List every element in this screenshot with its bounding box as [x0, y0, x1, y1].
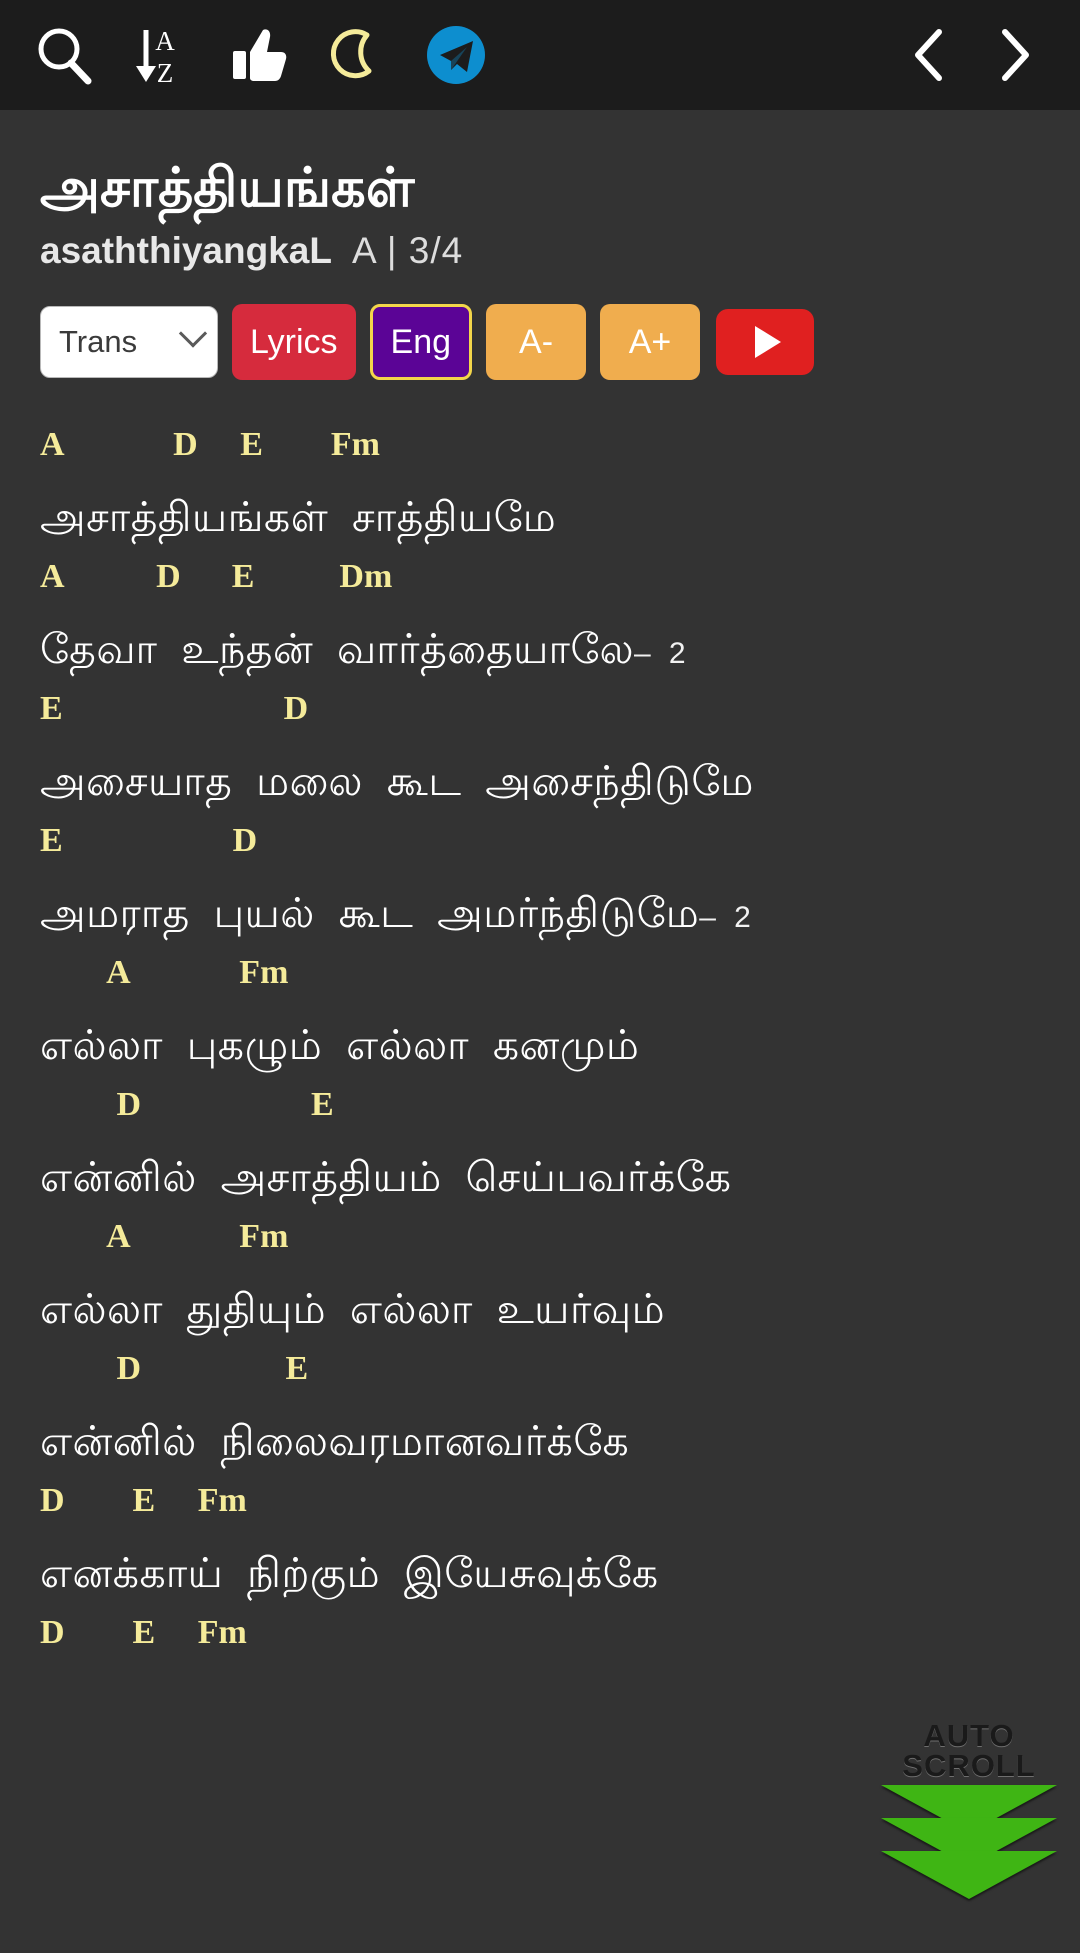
chevron-left-icon[interactable] [898, 9, 960, 101]
lyric-line: அமராத புயல் கூட அமர்ந்திடுமே– 2 [40, 872, 1080, 954]
moon-icon[interactable] [312, 9, 404, 101]
lyrics-button[interactable]: Lyrics [232, 304, 356, 381]
lyric-text: அசாத்தியங்கள் சாத்தியமே [40, 494, 557, 541]
sort-alpha-icon[interactable]: A Z [116, 9, 208, 101]
toolbar-right-group [898, 9, 1080, 101]
down-chevrons-icon [881, 1784, 1057, 1899]
thumbs-up-icon[interactable] [214, 9, 306, 101]
svg-text:A: A [155, 26, 175, 56]
chord-line: A Fm [40, 1218, 289, 1256]
auto-scroll-line2: SCROLL [902, 1748, 1036, 1784]
eng-button[interactable]: Eng [369, 304, 473, 381]
chord-line: A Fm [40, 954, 289, 992]
auto-scroll-button[interactable]: AUTO SCROLL [876, 1720, 1062, 1899]
lyric-text: என்னில் நிலைவரமானவர்க்கே [40, 1418, 630, 1465]
lyric-line: தேவா உந்தன் வார்த்தையாலே– 2 [40, 608, 1080, 690]
lyric-text: என்னில் அசாத்தியம் செய்பவர்க்கே [40, 1154, 732, 1201]
chord-line: A D E Fm [40, 426, 380, 464]
lyric-text: எல்லா புகழும் எல்லா கனமும் [40, 1022, 640, 1069]
chevron-right-icon[interactable] [984, 9, 1046, 101]
font-decrease-button[interactable]: A- [486, 304, 587, 381]
song-subtitle: asaththiyangkaL A | 3/4 [40, 230, 1080, 272]
play-icon [754, 326, 781, 359]
chord-line: A D E Dm [40, 558, 393, 596]
lyric-line: எல்லா புகழும் எல்லா கனமும் [40, 1004, 1080, 1086]
chord-line: D E Fm [40, 1482, 247, 1520]
chord-line: E D [40, 822, 258, 860]
youtube-play-button[interactable] [716, 309, 815, 376]
lyric-line: அசையாத மலை கூட அசைந்திடுமே [40, 740, 1080, 822]
song-key-time: A | 3/4 [351, 230, 464, 272]
chord-line: D E [40, 1086, 334, 1124]
search-icon[interactable] [18, 9, 110, 101]
lyric-text: எனக்காய் நிற்கும் இயேசுவுக்கே [40, 1550, 659, 1597]
transpose-select[interactable]: Trans [40, 306, 218, 379]
lyric-line: அசாத்தியங்கள் சாத்தியமே [40, 476, 1080, 558]
toolbar-left-group: A Z [0, 9, 502, 101]
lyric-line: என்னில் அசாத்தியம் செய்பவர்க்கே [40, 1136, 1080, 1218]
top-toolbar: A Z [0, 0, 1080, 110]
control-bar: Trans Lyrics Eng A- A+ [0, 304, 1080, 381]
lyric-text: அசையாத மலை கூட அசைந்திடுமே [40, 758, 754, 805]
lyric-line: என்னில் நிலைவரமானவர்க்கே [40, 1400, 1080, 1482]
lyric-text: எல்லா துதியும் எல்லா உயர்வும் [40, 1286, 666, 1333]
song-header: அசாத்தியங்கள் asaththiyangkaL A | 3/4 [0, 110, 1080, 272]
lyric-text: தேவா உந்தன் வார்த்தையாலே [40, 626, 635, 673]
repeat-marker: – 2 [634, 637, 687, 671]
telegram-icon[interactable] [410, 9, 502, 101]
page-title: அசாத்தியங்கள் [40, 158, 415, 218]
font-increase-button[interactable]: A+ [600, 304, 701, 381]
chord-sheet: A D E Fm அசாத்தியங்கள் சாத்தியமே A D E D… [0, 426, 1080, 1899]
chord-line: E D [40, 690, 309, 728]
lyric-line: எல்லா துதியும் எல்லா உயர்வும் [40, 1268, 1080, 1350]
transpose-select-label: Trans [59, 324, 138, 360]
song-transliteration: asaththiyangkaL [40, 230, 332, 272]
lyric-text: அமராத புயல் கூட அமர்ந்திடுமே [40, 890, 700, 937]
repeat-marker: – 2 [699, 901, 752, 935]
auto-scroll-label: AUTO SCROLL [902, 1720, 1036, 1784]
chevron-down-icon [178, 319, 208, 349]
chord-line: D E [40, 1350, 309, 1388]
chord-line: D E Fm [40, 1614, 247, 1652]
svg-text:Z: Z [157, 58, 174, 88]
lyric-line: எனக்காய் நிற்கும் இயேசுவுக்கே [40, 1532, 1080, 1614]
